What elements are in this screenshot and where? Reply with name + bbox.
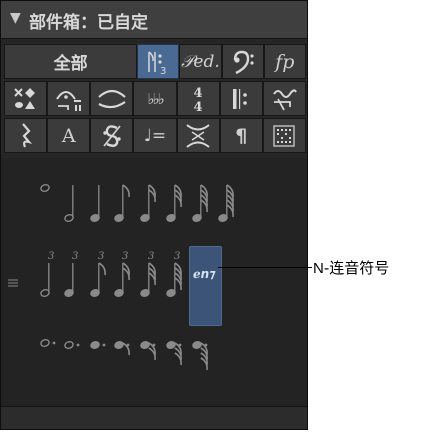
tab-noteheads[interactable]	[4, 81, 48, 116]
tab-text[interactable]: A	[47, 118, 91, 153]
tuplet-icon: 3	[148, 50, 167, 76]
bracket-icon	[186, 123, 210, 148]
tab-segno[interactable]	[90, 118, 134, 153]
selected-tuplet-item[interactable]	[189, 246, 222, 326]
fermata-icon	[55, 90, 81, 111]
part-box-panel: ▼ 部件箱：已自定 全部 3 𝒫ed. fp ♭♭♭ 4 4 A ♩= ¶ ℯn…	[0, 0, 308, 430]
tab-dynamics[interactable]: fp	[263, 44, 306, 79]
callout-label: N-连音符号	[313, 257, 389, 278]
tuplet-bracket-label: ℯn⁊	[193, 267, 216, 281]
pedal-icon: 𝒫ed.	[181, 51, 220, 72]
rest-icon	[21, 122, 32, 147]
callout-text: -连音符号	[323, 259, 390, 277]
tab-repeat[interactable]	[219, 81, 263, 116]
svg-text:4: 4	[194, 86, 203, 101]
tab-all[interactable]: 全部	[4, 44, 138, 79]
tab-bracket[interactable]	[176, 118, 220, 153]
segno-icon	[103, 124, 121, 147]
text-icon: A	[61, 124, 76, 147]
slur-icon	[98, 89, 126, 108]
part-box-title: 部件箱：已自定	[29, 13, 148, 33]
part-box-header[interactable]: ▼ 部件箱：已自定	[1, 1, 307, 39]
tab-slur[interactable]	[90, 81, 134, 116]
tab-tempo[interactable]: ♩=	[133, 118, 177, 153]
tempo-icon: ♩=	[143, 125, 167, 146]
tab-clef[interactable]	[221, 44, 264, 79]
tab-tuplets[interactable]: 3	[137, 44, 180, 79]
tab-fermata[interactable]	[47, 81, 91, 116]
ornament-icon	[273, 88, 298, 110]
bass-clef-icon	[233, 50, 254, 74]
dynamics-icon: fp	[275, 50, 295, 73]
tab-time-signature[interactable]: 4 4	[176, 81, 220, 116]
chord-grid-icon	[273, 124, 296, 147]
callout-prefix: N	[313, 260, 324, 277]
time-signature-icon: 4 4	[194, 86, 203, 114]
tab-chord-grid[interactable]	[262, 118, 306, 153]
svg-text:3: 3	[160, 66, 166, 76]
noteheads-icon	[13, 87, 35, 109]
resize-grip-icon[interactable]	[8, 279, 18, 287]
tab-rests[interactable]	[4, 118, 48, 153]
paragraph-icon: ¶	[235, 124, 248, 147]
tab-pedal[interactable]: 𝒫ed.	[179, 44, 222, 79]
disclosure-triangle-icon[interactable]: ▼	[10, 10, 21, 26]
callout-line	[218, 267, 312, 268]
svg-text:4: 4	[194, 100, 203, 114]
category-tabs: 全部 3 𝒫ed. fp ♭♭♭ 4 4 A ♩= ¶	[4, 44, 306, 155]
tab-ornaments[interactable]	[262, 81, 306, 116]
repeat-icon	[233, 88, 248, 109]
accidentals-icon: ♭♭♭	[147, 89, 164, 108]
panel-footer	[1, 406, 307, 429]
tab-paragraph[interactable]: ¶	[219, 118, 263, 153]
tab-accidentals[interactable]: ♭♭♭	[133, 81, 177, 116]
palette-area	[23, 158, 307, 406]
